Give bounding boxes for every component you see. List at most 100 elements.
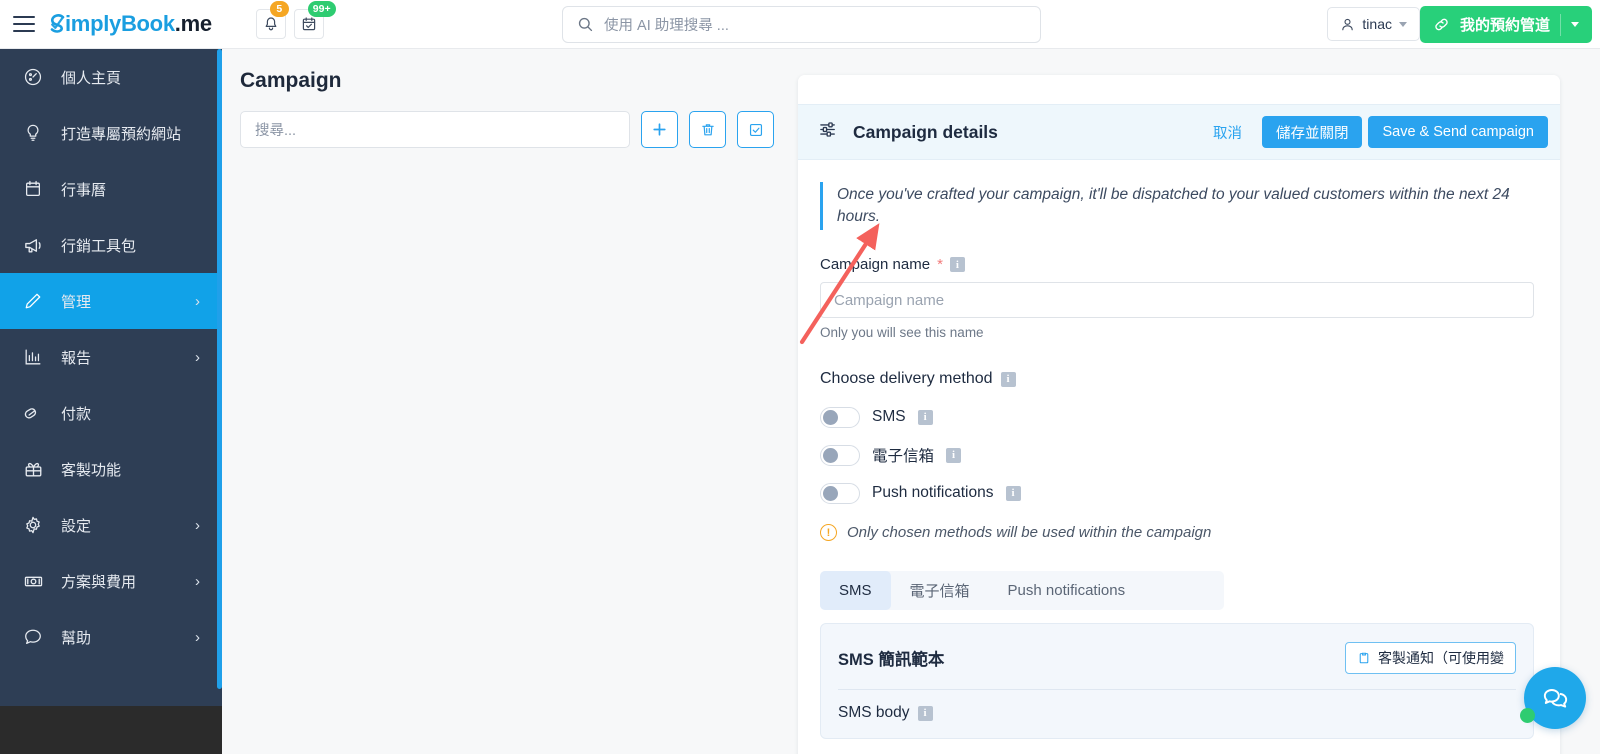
delivery-toggle-sms[interactable]: SMS i (820, 398, 1536, 436)
warning-icon: ! (820, 524, 837, 541)
ai-search-input[interactable]: 使用 AI 助理搜尋 ... (562, 6, 1041, 43)
info-icon[interactable]: i (917, 705, 933, 721)
pencil-icon (22, 290, 44, 312)
link-icon (1435, 18, 1448, 31)
sms-body-label: SMS body (838, 704, 910, 721)
user-name-label: tinac (1362, 16, 1392, 32)
sms-template-panel: SMS 簡訊範本 客製通知（可使用變 SMS body i (820, 623, 1534, 739)
sidebar-item-label: 客製功能 (61, 461, 122, 479)
chart-bar-icon (22, 346, 44, 368)
sidebar-item-calendar[interactable]: 行事曆 (0, 161, 222, 217)
chevron-right-icon: › (195, 348, 200, 366)
chevron-right-icon: › (195, 516, 200, 534)
info-icon[interactable]: i (949, 257, 965, 272)
app-root: implyBook .me 5 99+ 使用 AI 助理搜尋 ... tinac… (0, 0, 1600, 754)
custom-notification-label: 客製通知（可使用變 (1378, 650, 1504, 666)
user-menu[interactable]: tinac (1327, 7, 1420, 41)
sidebar-item-payments[interactable]: 付款 (0, 385, 222, 441)
chat-widget-button[interactable] (1520, 667, 1586, 729)
divider (838, 689, 1516, 690)
bookings-badge: 99+ (307, 1, 336, 17)
sliders-icon (818, 119, 839, 145)
campaign-search-input[interactable]: 搜尋... (240, 111, 630, 148)
sidebar-item-label: 行銷工具包 (61, 237, 137, 255)
select-campaign-button[interactable] (737, 111, 774, 148)
megaphone-icon (22, 234, 44, 256)
booking-channel-label: 我的預約管道 (1459, 17, 1550, 34)
sidebar-item-settings[interactable]: 設定 › (0, 497, 222, 553)
booking-chevron-down-icon[interactable] (1571, 22, 1579, 27)
toggle-switch[interactable] (820, 482, 860, 504)
sidebar-item-reports[interactable]: 報告 › (0, 329, 222, 385)
bookings-button[interactable]: 99+ (293, 1, 336, 39)
info-note-text: Once you've crafted your campaign, it'll… (837, 186, 1510, 225)
chevron-right-icon: › (195, 572, 200, 590)
toggle-switch[interactable] (820, 444, 860, 466)
info-icon[interactable]: i (1000, 371, 1016, 387)
campaign-name-input[interactable]: Campaign name (820, 282, 1534, 318)
chevron-right-icon: › (195, 628, 200, 646)
sidebar-item-label: 打造專屬預約網站 (61, 125, 182, 143)
dashboard-icon (22, 66, 44, 88)
main-content: Campaign 搜尋... Campaign details 取消 儲存並關閉… (222, 49, 1600, 754)
campaign-details-body: Once you've crafted your campaign, it'll… (798, 160, 1560, 739)
campaign-name-help: Only you will see this name (820, 325, 984, 340)
campaign-name-label: Campaign name (820, 256, 931, 273)
sidebar-item-build-website[interactable]: 打造專屬預約網站 (0, 105, 222, 161)
campaign-details-card: Campaign details 取消 儲存並關閉 Save & Send ca… (798, 75, 1560, 754)
tab-email[interactable]: 電子信箱 (891, 571, 989, 610)
clipboard-icon (1359, 652, 1369, 664)
button-divider (1560, 13, 1561, 36)
delete-campaign-button[interactable] (689, 111, 726, 148)
info-icon[interactable]: i (946, 447, 962, 463)
cancel-button[interactable]: 取消 (1213, 122, 1242, 143)
user-icon (1342, 18, 1354, 30)
delivery-warning-text: Only chosen methods will be used within … (847, 524, 1212, 541)
gift-icon (22, 458, 44, 480)
sidebar-item-plans-pricing[interactable]: 方案與費用 › (0, 553, 222, 609)
toggle-knob (823, 485, 838, 501)
plus-icon (653, 123, 666, 136)
delivery-warning: ! Only chosen methods will be used withi… (820, 524, 1536, 541)
lightbulb-icon (22, 122, 44, 144)
notifications-button[interactable]: 5 (255, 1, 289, 39)
delivery-toggle-email[interactable]: 電子信箱 i (820, 436, 1536, 474)
chat-online-indicator (1520, 708, 1535, 723)
card-title: Campaign details (853, 121, 998, 142)
custom-notification-button[interactable]: 客製通知（可使用變 (1345, 642, 1516, 674)
tab-push-notifications[interactable]: Push notifications (989, 571, 1145, 610)
channel-tabs: SMS 電子信箱 Push notifications (820, 571, 1224, 610)
toggle-knob (823, 447, 838, 463)
card-top-spacer (798, 75, 1560, 104)
top-bar: implyBook .me 5 99+ 使用 AI 助理搜尋 ... tinac… (0, 0, 1600, 49)
sidebar-item-custom-features[interactable]: 客製功能 (0, 441, 222, 497)
toggle-label: Push notifications (872, 484, 994, 501)
sidebar: 個人主頁 打造專屬預約網站 行事曆 行銷工具包 管理 › 報告 › 付款 客製功… (0, 49, 222, 754)
sidebar-item-manage[interactable]: 管理 › (0, 273, 222, 329)
save-and-send-campaign-button[interactable]: Save & Send campaign (1368, 116, 1548, 148)
calendar-icon (22, 178, 44, 200)
add-campaign-button[interactable] (641, 111, 678, 148)
info-icon[interactable]: i (1005, 485, 1021, 501)
info-icon[interactable]: i (917, 409, 933, 425)
hamburger-icon[interactable] (13, 16, 35, 32)
toggle-switch[interactable] (820, 406, 860, 428)
booking-channel-button[interactable]: 我的預約管道 (1419, 6, 1592, 43)
save-and-close-button[interactable]: 儲存並關閉 (1261, 116, 1363, 148)
chevron-right-icon: › (195, 292, 200, 310)
sidebar-item-help[interactable]: 幫助 › (0, 609, 222, 665)
delivery-method-label: Choose delivery method (820, 370, 993, 387)
notifications-badge: 5 (269, 1, 289, 17)
tab-sms[interactable]: SMS (820, 571, 891, 610)
sidebar-item-label: 付款 (61, 405, 92, 423)
sidebar-scroll-area: 個人主頁 打造專屬預約網站 行事曆 行銷工具包 管理 › 報告 › 付款 客製功… (0, 49, 222, 701)
sidebar-item-dashboard[interactable]: 個人主頁 (0, 49, 222, 105)
sidebar-item-marketing[interactable]: 行銷工具包 (0, 217, 222, 273)
top-icon-group: 5 99+ (255, 1, 336, 39)
sidebar-item-label: 方案與費用 (61, 573, 137, 591)
checkbox-icon (749, 123, 762, 136)
delivery-toggle-push[interactable]: Push notifications i (820, 474, 1536, 512)
sidebar-item-label: 行事曆 (61, 181, 107, 199)
sidebar-scrollbar[interactable] (217, 49, 222, 689)
simplybook-logo: implyBook .me (49, 11, 212, 37)
